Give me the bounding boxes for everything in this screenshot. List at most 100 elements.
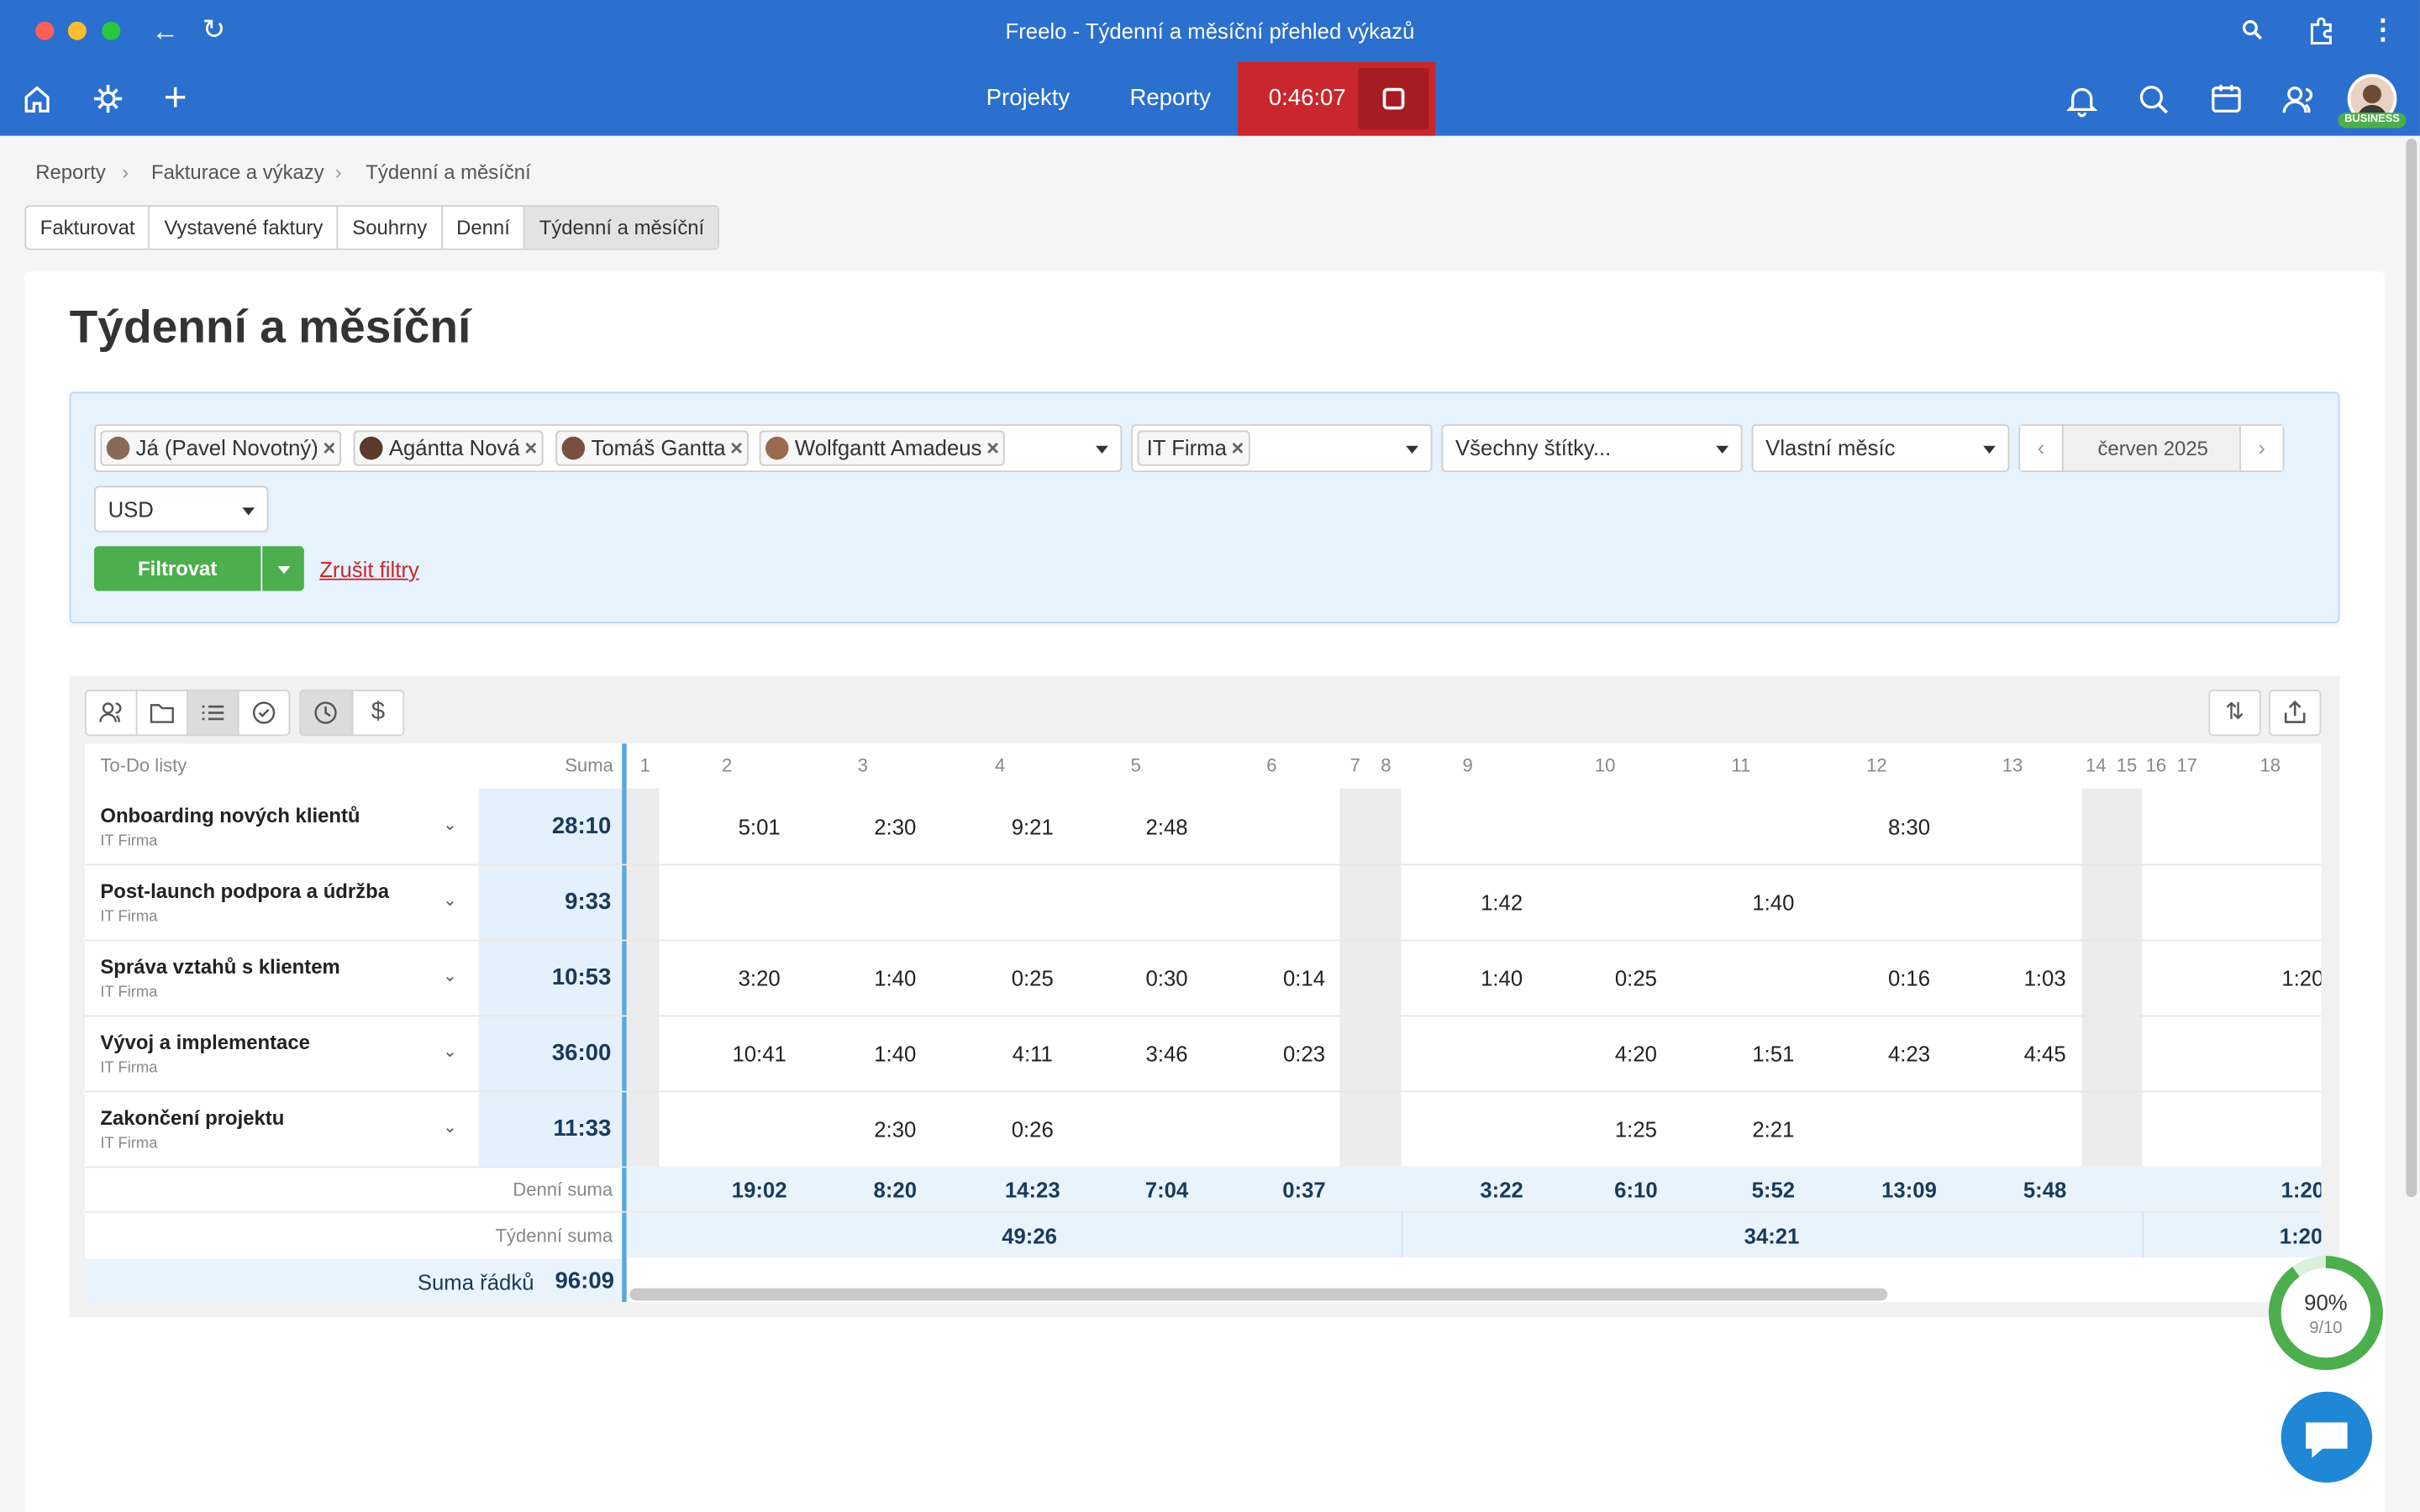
remove-chip-icon[interactable]: × — [323, 435, 335, 459]
timesheet-panel: $ ⇅ To-Do listy Suma 1 2 3 4 5 6 7 8 9 10 11 12 13 14… — [69, 675, 2340, 1318]
expand-row-chevron-icon[interactable]: ⌄ — [443, 1117, 457, 1137]
time-cell[interactable]: 10:41 — [721, 1042, 798, 1066]
group-by-todo-lists-button[interactable] — [187, 690, 239, 737]
tab-weekly-monthly[interactable]: Týdenní a měsíční — [525, 207, 718, 249]
time-cell[interactable]: 1:40 — [856, 1042, 934, 1066]
time-cell[interactable]: 4:11 — [994, 1042, 1071, 1066]
tab-summaries[interactable]: Souhrny — [339, 207, 443, 249]
remove-chip-icon[interactable]: × — [1231, 435, 1244, 459]
time-cell[interactable]: 0:26 — [994, 1117, 1071, 1142]
more-options-icon[interactable]: ⋮ — [2369, 14, 2396, 47]
filter-options-dropdown[interactable] — [262, 546, 304, 591]
clear-filters-link[interactable]: Zrušit filtry — [319, 557, 419, 581]
time-cell[interactable]: 0:14 — [1265, 966, 1343, 990]
time-cell[interactable]: 2:21 — [1734, 1117, 1812, 1142]
next-month-button[interactable]: › — [2239, 425, 2283, 471]
time-cell[interactable]: 2:48 — [1128, 815, 1206, 839]
group-by-users-button[interactable] — [85, 690, 138, 737]
sort-arrows-icon: ⇅ — [2224, 699, 2245, 726]
user-chip-label: Agántta Nová — [388, 434, 520, 460]
todo-list-name[interactable]: Vývoj a implementace — [100, 1031, 310, 1054]
show-time-button[interactable] — [299, 690, 352, 737]
day-header: 12 — [1866, 754, 1887, 776]
time-cell[interactable]: 3:20 — [721, 966, 798, 990]
notifications-bell-icon[interactable] — [2065, 83, 2099, 118]
expand-row-chevron-icon[interactable]: ⌄ — [443, 815, 457, 835]
time-cell[interactable]: 5:01 — [721, 815, 798, 839]
todo-list-name[interactable]: Zakončení projektu — [100, 1106, 284, 1130]
group-by-projects-button[interactable] — [135, 690, 189, 737]
time-cell[interactable]: 3:46 — [1128, 1042, 1206, 1066]
expand-row-chevron-icon[interactable]: ⌄ — [443, 1042, 457, 1062]
time-cell[interactable]: 1:40 — [856, 966, 934, 990]
time-cell[interactable]: 0:16 — [1870, 966, 1948, 990]
todo-list-name[interactable]: Post-launch podpora a údržba — [100, 879, 389, 903]
show-money-button[interactable]: $ — [351, 690, 405, 737]
time-cell[interactable]: 4:23 — [1870, 1042, 1948, 1066]
sort-button[interactable]: ⇅ — [2208, 690, 2261, 737]
day-header: 11 — [1731, 754, 1751, 776]
time-cell[interactable]: 4:20 — [1597, 1042, 1675, 1066]
tab-issued-invoices[interactable]: Vystavené faktury — [150, 207, 339, 249]
users-icon[interactable] — [2281, 83, 2318, 117]
time-cell[interactable]: 2:30 — [856, 1117, 934, 1142]
time-cell[interactable]: 1:25 — [1597, 1117, 1675, 1142]
time-cell[interactable]: 1:51 — [1734, 1042, 1812, 1066]
todo-list-client: IT Firma — [100, 832, 158, 851]
client-select[interactable]: IT Firma × — [1131, 424, 1433, 473]
filter-button[interactable]: Filtrovat — [94, 546, 261, 591]
time-cell[interactable]: 0:30 — [1128, 966, 1206, 990]
time-cell[interactable]: 0:25 — [1597, 966, 1675, 990]
expand-row-chevron-icon[interactable]: ⌄ — [443, 890, 457, 911]
time-cell[interactable]: 8:30 — [1870, 815, 1948, 839]
todo-list-client: IT Firma — [100, 1135, 158, 1153]
time-cell[interactable]: 0:23 — [1265, 1042, 1343, 1066]
settings-gear-icon[interactable] — [92, 83, 124, 114]
time-cell[interactable]: 1:40 — [1734, 890, 1812, 915]
row-divider — [85, 864, 2322, 866]
remove-chip-icon[interactable]: × — [524, 435, 537, 459]
time-cell[interactable]: 1:03 — [2007, 966, 2084, 990]
expand-row-chevron-icon[interactable]: ⌄ — [443, 966, 457, 986]
nav-reports-link[interactable]: Reporty — [1129, 61, 1210, 135]
nav-projects-link[interactable]: Projekty — [986, 61, 1071, 135]
group-by-tasks-button[interactable] — [237, 690, 291, 737]
window-titlebar: ← ↻ Freelo - Týdenní a měsíční přehled v… — [0, 0, 2420, 62]
tags-select[interactable]: Všechny štítky... — [1441, 424, 1743, 473]
extensions-icon[interactable] — [2306, 15, 2337, 46]
todo-list-name[interactable]: Onboarding nových klientů — [100, 804, 360, 827]
home-icon[interactable] — [22, 83, 53, 114]
search-icon[interactable] — [2138, 83, 2171, 117]
currency-select[interactable]: USD — [94, 486, 269, 533]
time-cell[interactable]: 1:40 — [1463, 966, 1540, 990]
time-cell[interactable]: 9:21 — [994, 815, 1071, 839]
day-header: 8 — [1381, 754, 1392, 776]
horizontal-scrollbar[interactable] — [629, 1288, 1888, 1301]
users-select[interactable]: Já (Pavel Novotný) × Agántta Nová × Tomáš … — [94, 424, 1123, 473]
remove-chip-icon[interactable]: × — [986, 435, 999, 459]
add-plus-icon[interactable]: + — [164, 74, 187, 120]
breadcrumb-billing[interactable]: Fakturace a výkazy — [151, 160, 324, 184]
tab-daily[interactable]: Denní — [443, 207, 526, 249]
chat-button[interactable] — [2281, 1391, 2373, 1483]
column-header-todo-lists: To-Do listy — [100, 754, 187, 776]
page-scrollbar[interactable] — [2406, 139, 2417, 1198]
calendar-icon[interactable] — [2210, 81, 2244, 115]
stop-timer-button[interactable] — [1358, 67, 1429, 130]
time-cell[interactable]: 4:45 — [2007, 1042, 2084, 1066]
user-chip: Tomáš Gantta × — [555, 430, 750, 466]
tab-invoice[interactable]: Fakturovat — [26, 207, 150, 249]
time-cell[interactable]: 0:25 — [994, 966, 1071, 990]
remove-chip-icon[interactable]: × — [730, 435, 743, 459]
export-button[interactable] — [2268, 690, 2322, 737]
breadcrumb-separator-icon: › — [122, 160, 129, 184]
time-cell[interactable]: 2:30 — [856, 815, 934, 839]
onboarding-progress[interactable]: 90% 9/10 — [2265, 1252, 2386, 1373]
breadcrumb-reports[interactable]: Reporty — [35, 160, 106, 184]
prev-month-button[interactable]: ‹ — [2020, 425, 2064, 471]
period-select[interactable]: Vlastní měsíc — [1751, 424, 2010, 473]
time-cell[interactable]: 1:42 — [1463, 890, 1540, 915]
zoom-icon[interactable] — [2241, 18, 2265, 43]
todo-list-name[interactable]: Správa vztahů s klientem — [100, 955, 339, 979]
time-cell[interactable]: 1:20 — [2264, 966, 2321, 990]
